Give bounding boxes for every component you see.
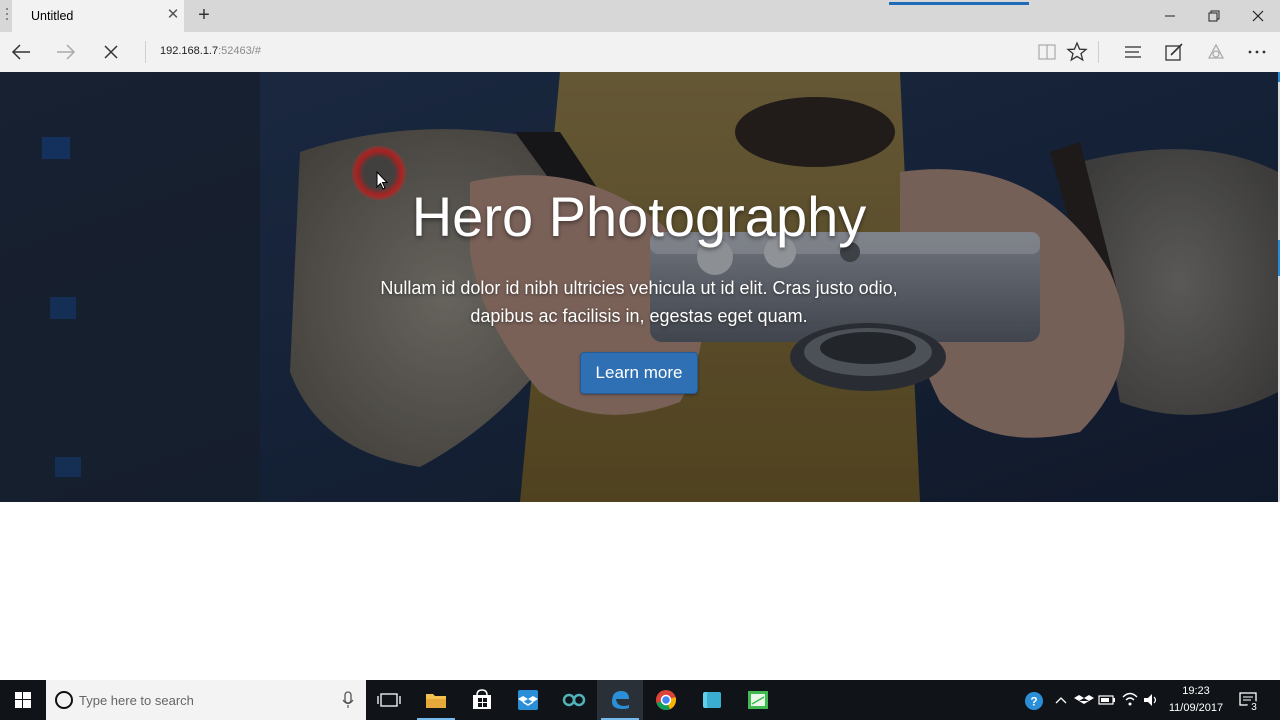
help-icon[interactable]: ? xyxy=(1022,680,1046,720)
tab-title: Untitled xyxy=(31,9,74,23)
store-icon xyxy=(473,689,491,709)
favorite-star-icon xyxy=(1066,41,1088,62)
reading-view-icon xyxy=(1038,44,1056,60)
close-window-button[interactable] xyxy=(1236,0,1280,32)
hero-text: Nullam id dolor id nibh ultricies vehicu… xyxy=(380,278,898,326)
web-note-button[interactable] xyxy=(1160,38,1188,66)
volume-icon[interactable] xyxy=(1141,680,1161,720)
svg-text:?: ? xyxy=(1030,695,1037,709)
address-bar: 192.168.1.7:52463/# xyxy=(0,32,1280,72)
stop-button[interactable] xyxy=(96,38,126,66)
back-icon xyxy=(11,44,30,60)
minimize-icon xyxy=(1165,15,1175,17)
mouse-cursor-icon xyxy=(376,171,389,190)
taskbar-app[interactable] xyxy=(689,680,735,720)
hub-button[interactable] xyxy=(1119,38,1147,66)
taskbar-store[interactable] xyxy=(459,680,505,720)
taskbar-arduino[interactable] xyxy=(551,680,597,720)
learn-more-button[interactable]: Learn more xyxy=(580,352,698,394)
web-note-icon xyxy=(1165,43,1183,61)
dropbox-tray-icon[interactable] xyxy=(1074,680,1094,720)
hero-title: Hero Photography xyxy=(411,185,867,248)
restore-button[interactable] xyxy=(1192,0,1236,32)
hub-icon xyxy=(1125,46,1141,58)
more-icon xyxy=(1248,50,1266,54)
sway-icon xyxy=(748,691,768,709)
reading-view-button[interactable] xyxy=(1033,38,1061,66)
tab-accent-bar xyxy=(889,2,1029,5)
wifi-icon[interactable] xyxy=(1120,680,1140,720)
clock-date[interactable]: 11/09/2017 xyxy=(1162,702,1230,714)
hero-section: Hero Photography Nullam id dolor id nibh… xyxy=(0,72,1278,502)
favorite-button[interactable] xyxy=(1063,38,1091,66)
forward-button[interactable] xyxy=(51,38,81,66)
chevron-up-icon[interactable] xyxy=(1052,680,1070,720)
action-center-icon[interactable] xyxy=(1236,680,1262,720)
tab-grip-icon[interactable] xyxy=(4,8,10,24)
taskbar-edge[interactable] xyxy=(597,680,643,720)
taskbar-search-box[interactable]: Type here to search xyxy=(46,680,366,720)
toolbar-separator xyxy=(1098,41,1099,63)
task-view-icon xyxy=(377,693,401,707)
close-icon xyxy=(1252,10,1264,22)
restore-icon xyxy=(1208,10,1220,22)
clock-time[interactable]: 19:23 xyxy=(1166,685,1226,697)
stop-icon xyxy=(104,45,118,59)
address-separator xyxy=(145,41,146,63)
microphone-icon xyxy=(342,691,354,708)
task-view-button[interactable] xyxy=(366,680,412,720)
chrome-icon xyxy=(656,690,676,711)
battery-icon[interactable] xyxy=(1097,680,1117,720)
url-host: 192.168.1.7 xyxy=(160,45,219,57)
dropbox-icon xyxy=(518,690,538,710)
start-button[interactable] xyxy=(0,680,46,720)
hero-content: Hero Photography Nullam id dolor id nibh… xyxy=(0,72,1278,502)
taskbar-chrome[interactable] xyxy=(643,680,689,720)
url-field[interactable]: 192.168.1.7:52463/# xyxy=(160,45,261,57)
notification-count-badge: 3 xyxy=(1247,701,1261,715)
file-explorer-icon xyxy=(426,694,446,708)
share-icon xyxy=(1207,43,1225,59)
windows-start-icon xyxy=(15,692,31,708)
more-button[interactable] xyxy=(1243,38,1271,66)
url-port: :52463/# xyxy=(218,45,261,57)
edge-icon xyxy=(612,691,629,709)
browser-tab[interactable]: Untitled ✕ xyxy=(12,0,184,32)
taskbar-dropbox[interactable] xyxy=(505,680,551,720)
taskbar-sway[interactable] xyxy=(735,680,781,720)
new-tab-icon[interactable]: + xyxy=(192,4,216,28)
cortana-icon xyxy=(55,691,73,709)
taskbar-file-explorer[interactable] xyxy=(413,680,459,720)
minimize-button[interactable] xyxy=(1148,0,1192,32)
tab-close-icon[interactable]: ✕ xyxy=(163,5,183,25)
taskbar: Type here to search ? 19:23 11/09/2017 3 xyxy=(0,680,1280,720)
share-button[interactable] xyxy=(1202,38,1230,66)
arduino-icon xyxy=(562,693,586,707)
forward-icon xyxy=(57,44,76,60)
app-icon xyxy=(703,692,721,708)
back-button[interactable] xyxy=(6,38,36,66)
search-placeholder: Type here to search xyxy=(79,693,194,708)
tab-strip: Untitled ✕ + xyxy=(0,0,1280,32)
